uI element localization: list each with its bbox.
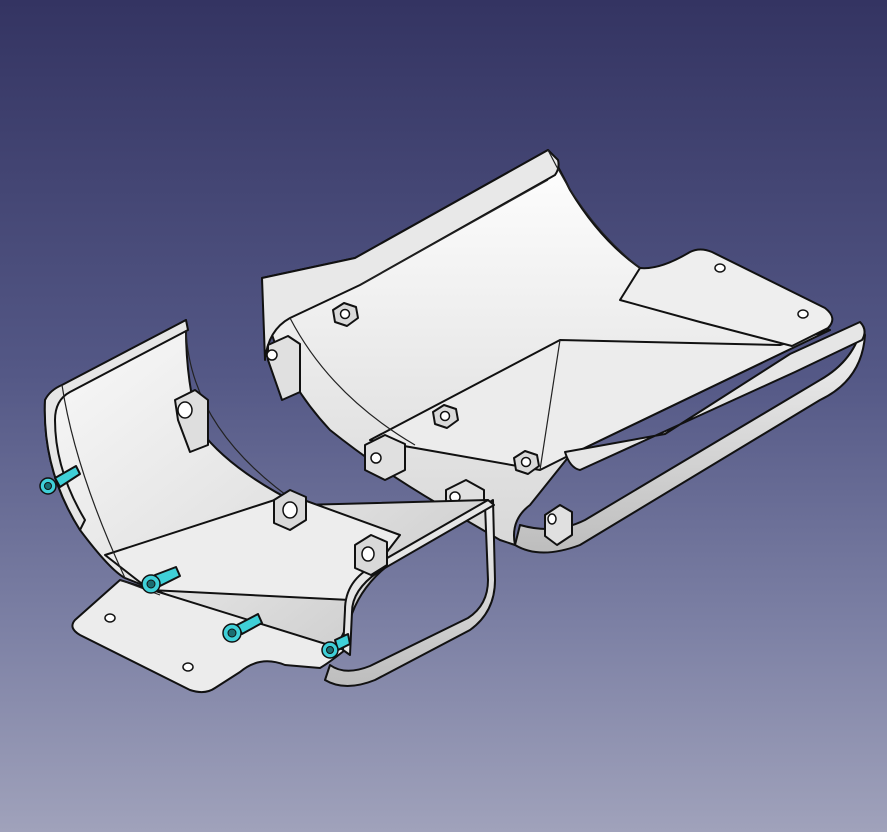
hex-nut[interactable] <box>273 489 307 531</box>
mounting-boss[interactable] <box>364 434 406 481</box>
3d-viewport[interactable] <box>0 0 887 832</box>
mount-hole-icon <box>714 263 726 273</box>
hex-nut[interactable] <box>354 534 388 576</box>
model-canvas[interactable] <box>0 0 887 832</box>
mount-hole-icon <box>104 613 116 623</box>
rear-shell-part[interactable] <box>261 149 866 554</box>
mounting-boss[interactable] <box>266 335 301 401</box>
mount-hole-icon <box>182 662 194 672</box>
mount-hole-icon <box>797 309 809 319</box>
